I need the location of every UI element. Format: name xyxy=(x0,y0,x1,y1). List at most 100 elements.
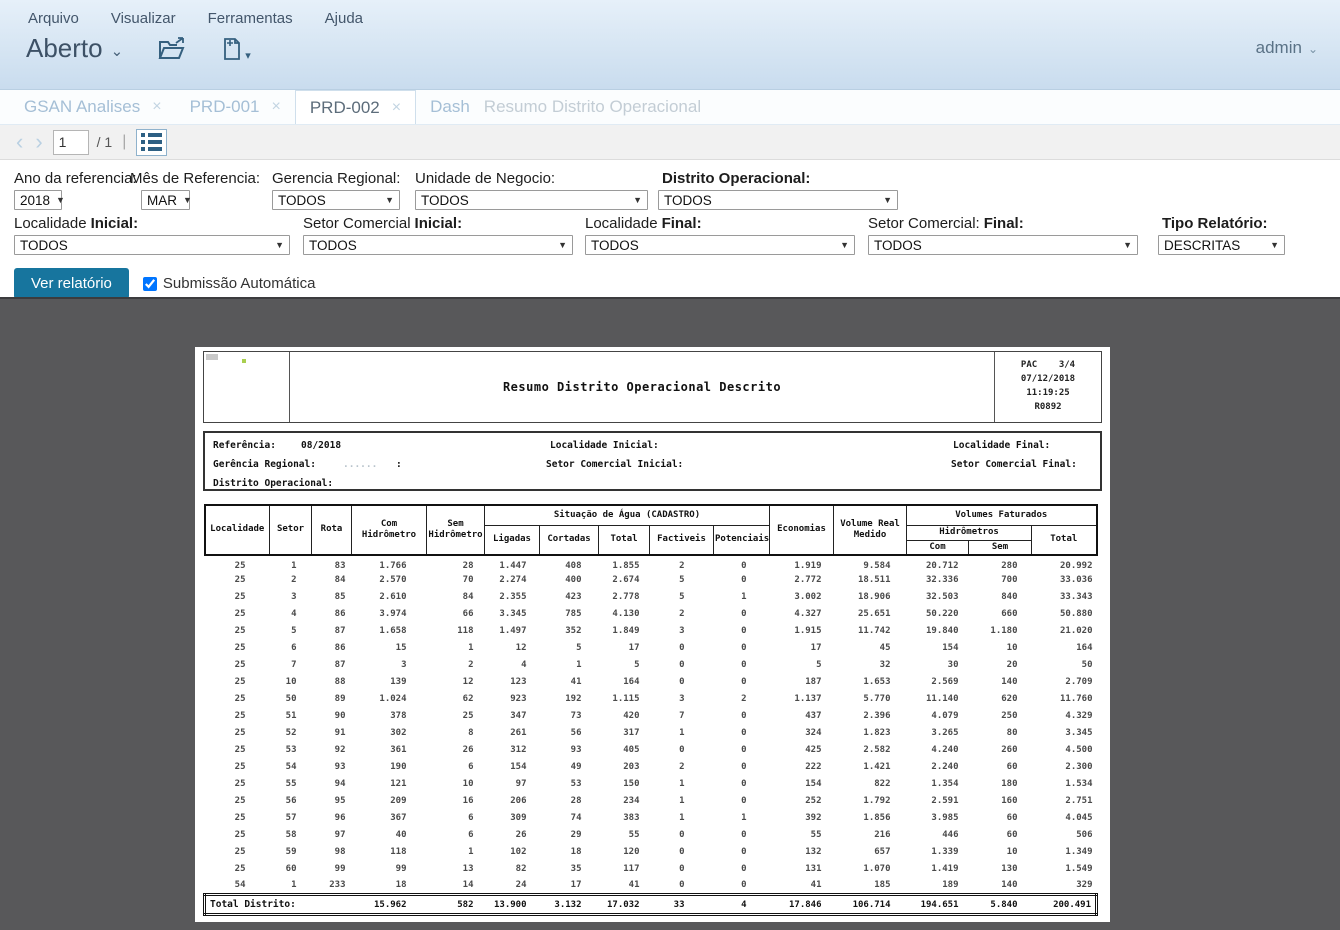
report-viewer[interactable]: Resumo Distrito Operacional Descrito PAC… xyxy=(0,297,1340,930)
page-number-input[interactable] xyxy=(53,130,89,155)
setor-comercial-final-label: Setor Comercial Final: xyxy=(951,459,1077,470)
table-cell: 117 xyxy=(599,861,650,878)
table-cell: 185 xyxy=(834,878,907,895)
filter-distrito-operacional: Distrito Operacional: TODOS▼ xyxy=(658,170,918,210)
ver-relatorio-button[interactable]: Ver relatório xyxy=(14,268,129,299)
table-cell: 13 xyxy=(427,861,485,878)
table-cell: 32.336 xyxy=(907,572,969,589)
table-cell: 2.240 xyxy=(907,759,969,776)
table-cell: 131 xyxy=(770,861,834,878)
setor-comercial-final-select[interactable]: TODOS▼ xyxy=(868,235,1138,255)
table-cell: 1.766 xyxy=(352,555,427,572)
open-dropdown[interactable]: Aberto xyxy=(26,33,103,64)
col-header: Com Hidrômetro xyxy=(352,505,427,555)
table-cell: 2.300 xyxy=(1032,759,1097,776)
table-cell: 1.024 xyxy=(352,691,427,708)
tab-gsan-analises[interactable]: GSAN Analises × xyxy=(10,90,176,124)
report-info-cell: PAC 3/4 07/12/2018 11:19:25 R0892 xyxy=(994,352,1101,422)
gerencia-regional-label: Gerência Regional: xyxy=(213,459,316,470)
table-cell: 7 xyxy=(270,657,312,674)
table-cell: 20.992 xyxy=(1032,555,1097,572)
localidade-final-select[interactable]: TODOS▼ xyxy=(585,235,855,255)
table-of-contents-icon[interactable] xyxy=(136,129,167,156)
user-menu[interactable]: admin⌄ xyxy=(1256,38,1318,58)
table-cell: 1 xyxy=(270,878,312,895)
close-icon[interactable]: × xyxy=(272,98,281,116)
toolbar-row: Aberto ⌄ ▾ xyxy=(26,33,1340,64)
tab-label: Dash xyxy=(430,97,470,117)
table-cell: 60 xyxy=(969,810,1032,827)
table-cell: 0 xyxy=(714,793,770,810)
table-cell: 97 xyxy=(485,776,540,793)
table-cell: 1.070 xyxy=(834,861,907,878)
table-cell: 8 xyxy=(427,725,485,742)
tab-prd-002[interactable]: PRD-002 × xyxy=(295,90,416,124)
table-cell: 0 xyxy=(650,844,714,861)
open-folder-icon[interactable] xyxy=(157,36,187,62)
table-cell: 1.915 xyxy=(770,623,834,640)
table-cell: 56 xyxy=(270,793,312,810)
report-info-line: R0892 xyxy=(995,400,1101,414)
localidade-inicial-select[interactable]: TODOS▼ xyxy=(14,235,290,255)
table-cell: 55 xyxy=(599,827,650,844)
menu-arquivo[interactable]: Arquivo xyxy=(28,10,79,27)
submissao-automatica-checkbox[interactable] xyxy=(143,277,157,291)
report-info-line: PAC 3/4 xyxy=(995,358,1101,372)
col-header: Com xyxy=(907,540,969,555)
menu-ajuda[interactable]: Ajuda xyxy=(325,10,363,27)
select-arrow-icon: ▼ xyxy=(883,195,892,205)
filter-gerencia-regional: Gerencia Regional: TODOS▼ xyxy=(272,170,415,210)
report-info-line: 07/12/2018 xyxy=(995,372,1101,386)
table-cell: 41 xyxy=(599,878,650,895)
table-cell: 437 xyxy=(770,708,834,725)
tab-prd-001[interactable]: PRD-001 × xyxy=(176,90,295,124)
table-cell: 0 xyxy=(714,572,770,589)
table-cell: 10 xyxy=(969,640,1032,657)
col-header: Sem xyxy=(969,540,1032,555)
ano-referencia-select[interactable]: 2018▼ xyxy=(14,190,62,210)
total-cell: 582 xyxy=(427,895,485,915)
table-cell: 3.265 xyxy=(907,725,969,742)
table-cell: 2 xyxy=(427,657,485,674)
pager-bar: ‹ › / 1 | xyxy=(0,125,1340,160)
table-cell: 25 xyxy=(205,674,270,691)
referencia-value: 08/2018 xyxy=(301,440,341,451)
setor-comercial-inicial-select[interactable]: TODOS▼ xyxy=(303,235,573,255)
distrito-operacional-select[interactable]: TODOS▼ xyxy=(658,190,898,210)
table-cell: 1.534 xyxy=(1032,776,1097,793)
table-cell: 2.569 xyxy=(907,674,969,691)
next-page-icon[interactable]: › xyxy=(33,131,44,153)
table-cell: 6 xyxy=(427,759,485,776)
menu-visualizar[interactable]: Visualizar xyxy=(111,10,176,27)
tipo-relatorio-select[interactable]: DESCRITAS▼ xyxy=(1158,235,1285,255)
referencia-label: Referência: xyxy=(213,440,276,451)
filter-label: Localidade xyxy=(585,215,658,232)
table-cell: 123 xyxy=(485,674,540,691)
table-cell: 154 xyxy=(907,640,969,657)
filter-localidade-inicial: LocalidadeInicial: TODOS▼ xyxy=(14,215,303,255)
table-row: 255493190615449203202221.4212.240602.300 xyxy=(205,759,1097,776)
select-value: DESCRITAS xyxy=(1164,238,1240,253)
table-cell: 352 xyxy=(540,623,599,640)
table-cell: 405 xyxy=(599,742,650,759)
filter-ano-referencia: Ano da referencia: 2018▼ xyxy=(14,170,130,210)
mes-referencia-select[interactable]: MAR▼ xyxy=(141,190,190,210)
table-cell: 1 xyxy=(650,793,714,810)
tab-dash[interactable]: Dash Resumo Distrito Operacional xyxy=(416,90,715,124)
table-cell: 98 xyxy=(312,844,352,861)
menu-ferramentas[interactable]: Ferramentas xyxy=(208,10,293,27)
table-cell: 0 xyxy=(714,861,770,878)
table-cell: 60 xyxy=(270,861,312,878)
table-row: 251831.766281.4474081.855201.9199.58420.… xyxy=(205,555,1097,572)
unidade-negocio-select[interactable]: TODOS▼ xyxy=(415,190,648,210)
close-icon[interactable]: × xyxy=(152,98,161,116)
table-cell: 3 xyxy=(270,589,312,606)
total-cell: 17.846 xyxy=(770,895,834,915)
col-header: Total xyxy=(599,525,650,555)
table-cell: 26 xyxy=(485,827,540,844)
new-report-icon[interactable]: ▾ xyxy=(221,36,251,62)
prev-page-icon[interactable]: ‹ xyxy=(14,131,25,153)
table-cell: 0 xyxy=(714,640,770,657)
close-icon[interactable]: × xyxy=(392,99,401,117)
gerencia-regional-select[interactable]: TODOS▼ xyxy=(272,190,400,210)
